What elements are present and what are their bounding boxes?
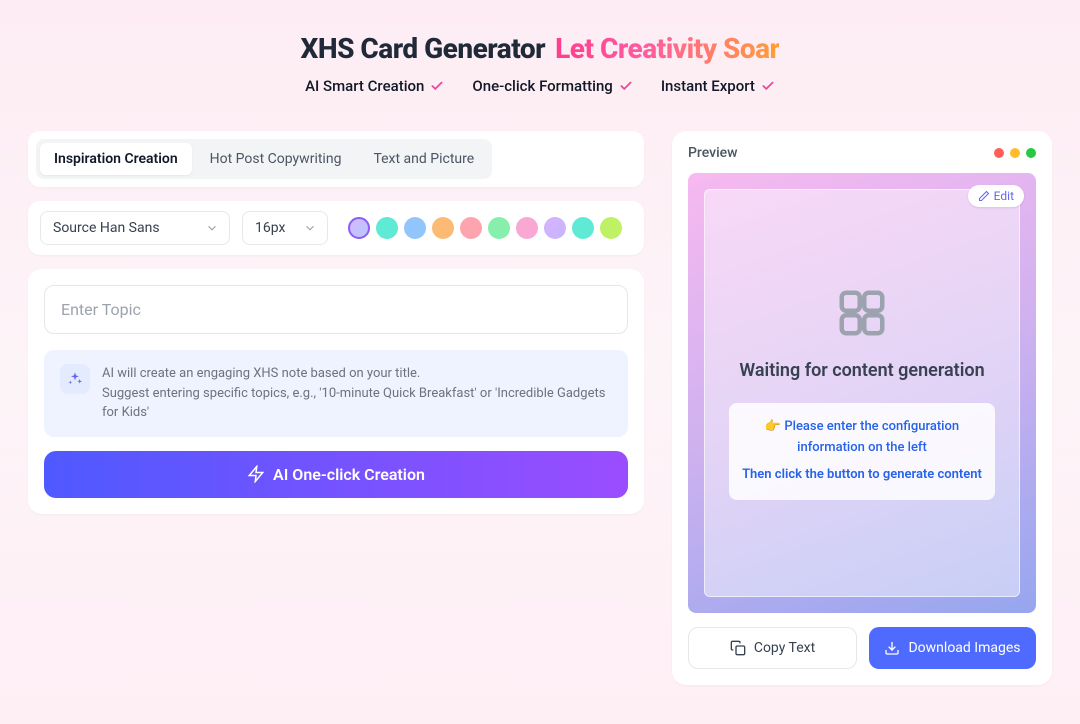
- page-subtitle: Let Creativity Soar: [555, 32, 779, 65]
- chevron-down-icon: [205, 221, 219, 235]
- color-swatch-0[interactable]: [348, 217, 370, 239]
- hint-line-1: AI will create an engaging XHS note base…: [102, 364, 612, 384]
- instruction-line-1: Please enter the configuration informati…: [784, 419, 959, 455]
- color-swatch-4[interactable]: [460, 217, 482, 239]
- copy-icon: [730, 640, 746, 656]
- edit-button[interactable]: Edit: [968, 185, 1024, 207]
- sparkle-icon: [60, 364, 90, 394]
- download-images-button[interactable]: Download Images: [869, 627, 1036, 669]
- preview-canvas: Waiting for content generation 👉 Please …: [688, 173, 1036, 613]
- feature-export: Instant Export: [661, 77, 755, 95]
- color-swatch-7[interactable]: [544, 217, 566, 239]
- topic-input[interactable]: [44, 285, 628, 334]
- color-swatch-6[interactable]: [516, 217, 538, 239]
- color-swatch-5[interactable]: [488, 217, 510, 239]
- edit-button-label: Edit: [994, 189, 1014, 203]
- mode-tabs: Inspiration Creation Hot Post Copywritin…: [36, 139, 492, 179]
- tab-inspiration[interactable]: Inspiration Creation: [40, 143, 192, 175]
- window-dot-green: [1026, 148, 1036, 158]
- chevron-down-icon: [303, 221, 317, 235]
- size-select-value: 16px: [255, 220, 285, 236]
- color-swatches: [348, 217, 622, 239]
- color-swatch-1[interactable]: [376, 217, 398, 239]
- page-title: XHS Card Generator: [301, 32, 546, 65]
- color-swatch-9[interactable]: [600, 217, 622, 239]
- check-icon: [619, 79, 633, 93]
- generate-button-label: AI One-click Creation: [273, 465, 425, 484]
- download-icon: [884, 640, 900, 656]
- copy-button-label: Copy Text: [754, 640, 815, 656]
- pencil-icon: [978, 190, 990, 202]
- feature-format: One-click Formatting: [472, 77, 612, 95]
- window-dot-yellow: [1010, 148, 1020, 158]
- copy-text-button[interactable]: Copy Text: [688, 627, 857, 669]
- pointer-emoji: 👉: [765, 419, 781, 434]
- grid-placeholder-icon: [835, 286, 889, 340]
- preview-heading: Preview: [688, 145, 738, 161]
- font-select[interactable]: Source Han Sans: [40, 211, 230, 245]
- feature-row: AI Smart Creation One-click Formatting I…: [28, 77, 1052, 95]
- window-dot-red: [994, 148, 1004, 158]
- placeholder-title: Waiting for content generation: [739, 358, 984, 383]
- size-select[interactable]: 16px: [242, 211, 328, 245]
- color-swatch-8[interactable]: [572, 217, 594, 239]
- feature-ai: AI Smart Creation: [305, 77, 424, 95]
- check-icon: [761, 79, 775, 93]
- color-swatch-2[interactable]: [404, 217, 426, 239]
- window-dots: [994, 148, 1036, 158]
- tab-text-picture[interactable]: Text and Picture: [359, 143, 488, 175]
- generate-button[interactable]: AI One-click Creation: [44, 451, 628, 498]
- color-swatch-3[interactable]: [432, 217, 454, 239]
- lightning-icon: [247, 465, 265, 483]
- font-select-value: Source Han Sans: [53, 220, 160, 236]
- download-button-label: Download Images: [908, 640, 1020, 656]
- check-icon: [430, 79, 444, 93]
- instruction-line-2: Then click the button to generate conten…: [741, 465, 983, 486]
- tab-hot-post[interactable]: Hot Post Copywriting: [196, 143, 356, 175]
- hint-line-2: Suggest entering specific topics, e.g., …: [102, 384, 612, 423]
